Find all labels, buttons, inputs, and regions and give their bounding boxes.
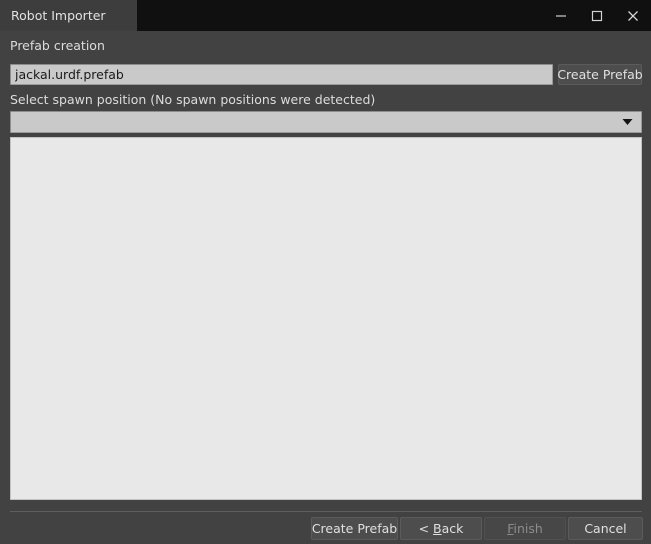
spawn-position-label: Select spawn position (No spawn position… xyxy=(10,92,376,107)
back-button[interactable]: < Back xyxy=(400,517,482,540)
window-title: Robot Importer xyxy=(11,8,106,23)
prefab-name-input[interactable] xyxy=(10,64,553,85)
finish-button: Finish xyxy=(484,517,566,540)
minimize-icon xyxy=(555,10,567,22)
window-controls xyxy=(543,0,651,31)
create-prefab-top-label: Create Prefab xyxy=(557,67,643,82)
window-tab-robot-importer[interactable]: Robot Importer xyxy=(0,0,137,31)
dialog-body: Prefab creation Create Prefab Select spa… xyxy=(0,31,651,544)
spawn-position-dropdown[interactable] xyxy=(10,111,642,133)
create-prefab-button-top[interactable]: Create Prefab xyxy=(557,64,643,85)
close-icon xyxy=(627,10,639,22)
cancel-label: Cancel xyxy=(584,521,627,536)
create-prefab-label: Create Prefab xyxy=(311,521,398,536)
maximize-button[interactable] xyxy=(579,0,615,31)
finish-label: Finish xyxy=(507,521,543,536)
preview-panel xyxy=(10,137,642,500)
close-button[interactable] xyxy=(615,0,651,31)
chevron-down-icon xyxy=(617,118,637,126)
footer-separator xyxy=(10,511,642,512)
create-prefab-button[interactable]: Create Prefab xyxy=(311,517,398,540)
dialog-footer: Create Prefab < Back Finish Cancel xyxy=(0,517,651,544)
cancel-button[interactable]: Cancel xyxy=(568,517,643,540)
prefab-creation-label: Prefab creation xyxy=(10,38,105,53)
minimize-button[interactable] xyxy=(543,0,579,31)
title-bar: Robot Importer xyxy=(0,0,651,31)
maximize-icon xyxy=(591,10,603,22)
back-label: < Back xyxy=(418,521,464,536)
